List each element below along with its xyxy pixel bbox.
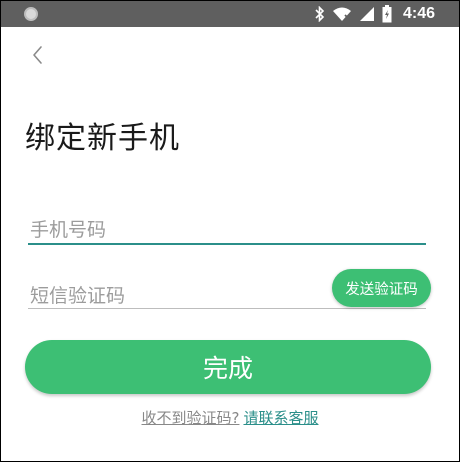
status-bar: 4:46 (1, 1, 459, 27)
chevron-left-icon (33, 46, 42, 64)
cell-signal-icon (359, 7, 374, 21)
help-line: 收不到验证码? 请联系客服 (1, 408, 459, 428)
page-title: 绑定新手机 (25, 121, 180, 156)
contact-support-link[interactable]: 请联系客服 (243, 409, 318, 427)
phone-number-placeholder: 手机号码 (30, 219, 107, 241)
back-button[interactable] (25, 41, 51, 69)
finish-button[interactable]: 完成 (25, 340, 431, 394)
sms-code-placeholder: 短信验证码 (30, 285, 126, 307)
bluetooth-icon (315, 6, 325, 22)
battery-icon (382, 5, 392, 23)
circle-indicator-icon (24, 7, 38, 21)
phone-number-input[interactable]: 手机号码 (28, 211, 426, 245)
send-code-button[interactable]: 发送验证码 (332, 269, 431, 307)
help-text: 收不到验证码? (141, 409, 240, 427)
screen: 4:46 绑定新手机 手机号码 短信验证码 发送验证码 完成 收不到验证码? 请联… (0, 0, 460, 462)
wifi-icon (332, 7, 351, 21)
status-time: 4:46 (402, 5, 435, 22)
status-icons: 4:46 (315, 5, 435, 23)
